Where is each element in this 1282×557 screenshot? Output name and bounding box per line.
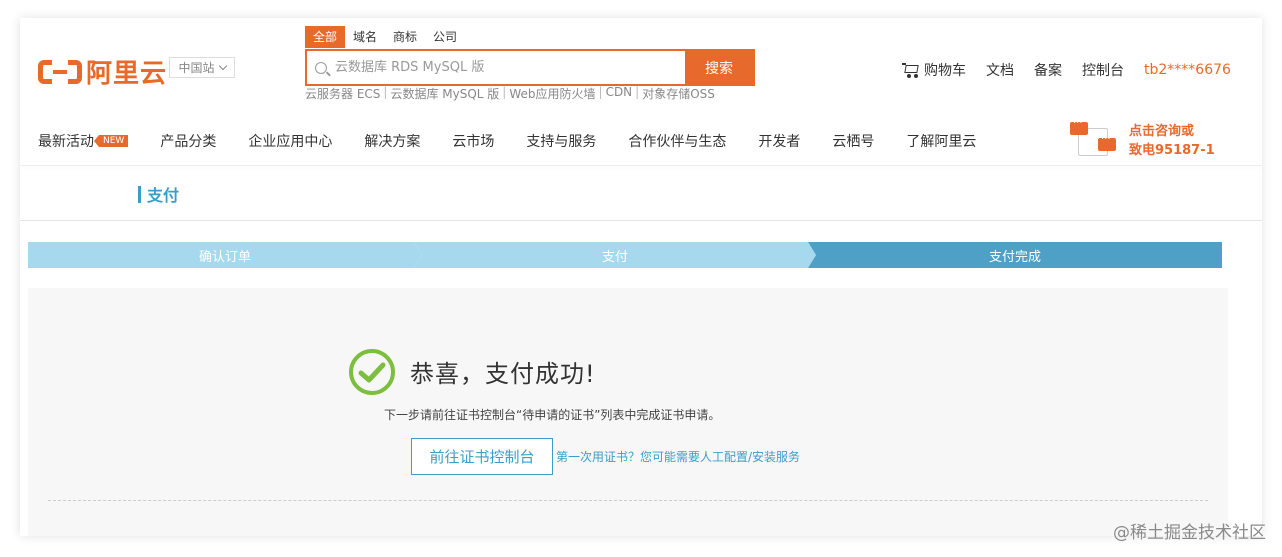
chat-bubbles-icon	[1070, 118, 1118, 160]
progress-steps: 确认订单 支付 支付完成	[28, 242, 1222, 268]
nav-item-enterprise-apps[interactable]: 企业应用中心	[248, 131, 332, 151]
nav-item-products[interactable]: 产品分类	[160, 131, 216, 151]
nav-item-about[interactable]: 了解阿里云	[906, 131, 976, 151]
cart-icon	[902, 62, 920, 78]
consult-link[interactable]: 点击咨询或 致电95187-1	[1070, 118, 1215, 160]
hot-link-ecs[interactable]: 云服务器 ECS	[305, 85, 380, 102]
aliyun-logo-icon	[38, 58, 82, 86]
region-selector[interactable]: 中国站	[169, 57, 235, 78]
nav-item-yunqi[interactable]: 云栖号	[832, 131, 874, 151]
go-to-cert-console-button[interactable]: 前往证书控制台	[411, 438, 553, 475]
main-nav: 最新活动 NEW 产品分类 企业应用中心 解决方案 云市场 支持与服务 合作伙伴…	[38, 131, 976, 151]
page-title: 支付	[147, 186, 180, 205]
step-label: 确认订单	[198, 249, 251, 265]
step-label: 支付	[601, 249, 628, 265]
hot-link-oss[interactable]: 对象存储OSS	[642, 85, 715, 102]
search-tab-company[interactable]: 公司	[425, 26, 465, 48]
success-title: 恭喜，支付成功!	[410, 360, 596, 388]
search-tab-all[interactable]: 全部	[305, 26, 346, 48]
nav-item-developers[interactable]: 开发者	[758, 131, 800, 151]
region-label: 中国站	[178, 61, 215, 75]
consult-text: 点击咨询或 致电95187-1	[1129, 122, 1215, 160]
search-box: 搜索	[305, 49, 755, 86]
logo-text: 阿里云	[86, 59, 168, 89]
nav-item-label: 最新活动	[38, 134, 94, 150]
search-input[interactable]	[335, 51, 685, 84]
watermark: @稀土掘金技术社区	[1113, 523, 1266, 543]
nav-item-support[interactable]: 支持与服务	[526, 131, 596, 151]
chevron-down-icon	[218, 61, 227, 70]
divider: |	[598, 85, 603, 99]
success-check-icon	[349, 349, 395, 395]
divider: |	[635, 85, 640, 99]
step-confirm-order: 确认订单	[28, 242, 422, 268]
hot-link-cdn[interactable]: CDN	[606, 85, 633, 102]
nav-item-marketplace[interactable]: 云市场	[452, 131, 494, 151]
aliyun-logo[interactable]: 阿里云	[38, 53, 167, 90]
search-icon	[307, 51, 335, 84]
nav-item-solutions[interactable]: 解决方案	[364, 131, 420, 151]
user-account-link[interactable]: tb2****6676	[1144, 62, 1231, 78]
hot-link-mysql[interactable]: 云数据库 MySQL 版	[390, 85, 499, 102]
step-pay-complete: 支付完成	[808, 242, 1222, 268]
console-link[interactable]: 控制台	[1082, 60, 1124, 80]
step-pay: 支付	[414, 242, 816, 268]
hot-link-waf[interactable]: Web应用防火墙	[509, 85, 595, 102]
search-tab-trademark[interactable]: 商标	[385, 26, 425, 48]
beian-link[interactable]: 备案	[1034, 60, 1062, 80]
top-right-links: 购物车 文档 备案 控制台 tb2****6676	[902, 60, 1231, 80]
consult-line-1: 点击咨询或	[1129, 124, 1195, 139]
page-heading: 支付	[138, 182, 179, 206]
consult-line-2: 致电95187-1	[1129, 143, 1215, 158]
hot-search-links: 云服务器 ECS | 云数据库 MySQL 版 | Web应用防火墙 | CDN…	[305, 85, 715, 102]
search-tabs: 全部 域名 商标 公司	[305, 26, 465, 48]
divider: |	[383, 85, 388, 99]
divider	[20, 165, 1262, 166]
heading-accent-bar	[138, 185, 141, 203]
cart-link[interactable]: 购物车	[902, 60, 966, 80]
success-panel: 恭喜，支付成功! 下一步请前往证书控制台“待申请的证书”列表中完成证书申请。 前…	[28, 288, 1228, 536]
divider	[20, 220, 1262, 221]
divider: |	[502, 85, 507, 99]
dashed-divider	[48, 500, 1208, 501]
new-badge: NEW	[93, 135, 129, 147]
cart-label: 购物车	[924, 63, 966, 79]
nav-item-latest-activity[interactable]: 最新活动 NEW	[38, 131, 129, 151]
search-button[interactable]: 搜索	[685, 51, 753, 84]
step-label: 支付完成	[988, 249, 1041, 265]
install-service-link[interactable]: 第一次用证书？您可能需要人工配置/安装服务	[556, 448, 800, 465]
page-card: 阿里云 中国站 全部 域名 商标 公司 搜索 云服务器 ECS | 云数据库 M…	[20, 18, 1262, 536]
nav-item-partners[interactable]: 合作伙伴与生态	[628, 131, 726, 151]
search-tab-domain[interactable]: 域名	[345, 26, 385, 48]
docs-link[interactable]: 文档	[986, 60, 1014, 80]
success-description: 下一步请前往证书控制台“待申请的证书”列表中完成证书申请。	[384, 408, 721, 422]
